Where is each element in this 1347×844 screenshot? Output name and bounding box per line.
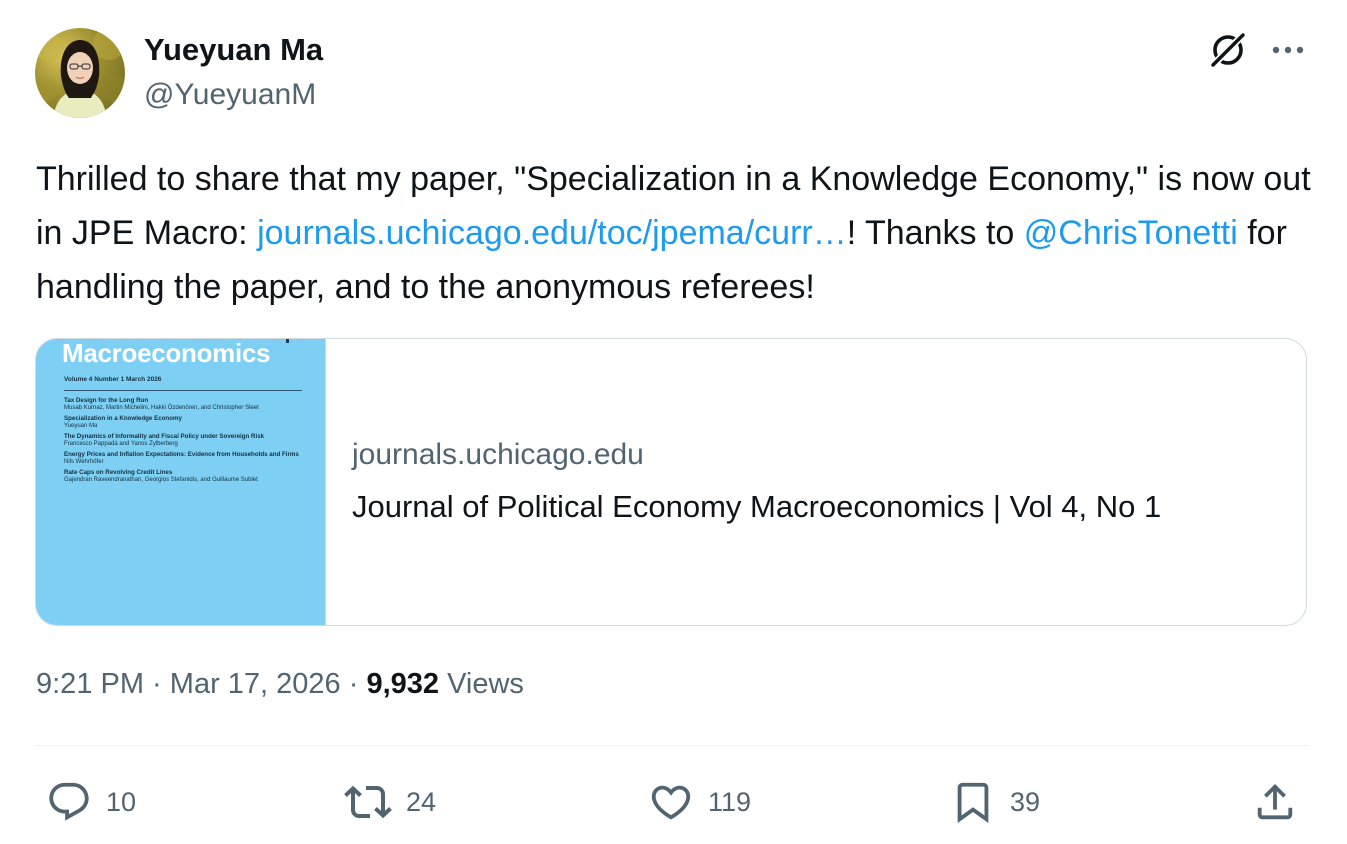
toc-title: Specialization in a Knowledge Economy xyxy=(64,415,182,422)
cover-contents: Tax Design for the Long Run Musab Kurnaz… xyxy=(64,397,309,487)
display-name[interactable]: Yueyuan Ma xyxy=(144,32,323,68)
toc-authors: Musab Kurnaz, Martin Michelini, Hakki Öz… xyxy=(64,404,259,411)
bookmark-button[interactable]: 39 xyxy=(950,776,1040,828)
user-handle[interactable]: @YueyuanM xyxy=(144,78,316,112)
card-thumbnail: Macroeconomics Volume 4 Number 1 March 2… xyxy=(36,339,326,625)
toc-authors: Gajendran Raveendranathan, Georgios Stef… xyxy=(64,476,258,483)
toc-title: Energy Prices and Inflation Expectations… xyxy=(64,451,299,458)
meta-separator: · xyxy=(144,668,170,700)
card-title: Journal of Political Economy Macroeconom… xyxy=(352,489,1162,524)
toc-entry: The Dynamics of Informality and Fiscal P… xyxy=(64,433,309,448)
toc-authors: Nils Wehrhöfer xyxy=(64,458,104,465)
toc-entry: Rate Caps on Revolving Credit Lines Gaje… xyxy=(64,469,309,484)
cover-issue-line: Volume 4 Number 1 March 2026 xyxy=(64,376,162,383)
grok-button[interactable] xyxy=(1204,26,1252,74)
like-count: 119 xyxy=(708,786,752,817)
card-meta: journals.uchicago.edu Journal of Politic… xyxy=(326,339,1306,625)
cover-heading: Macroeconomics xyxy=(62,339,271,368)
more-options-button[interactable] xyxy=(1264,26,1312,74)
tweet-meta: 9:21 PM · Mar 17, 2026 · 9,932 Views xyxy=(36,668,524,701)
reply-button[interactable]: 10 xyxy=(46,776,136,828)
toc-authors: Francesco Pappadà and Yanos Zylberberg xyxy=(64,440,178,447)
card-domain: journals.uchicago.edu xyxy=(352,438,644,471)
retweet-button[interactable]: 24 xyxy=(344,776,436,828)
meta-separator: · xyxy=(340,668,367,700)
tweet-date[interactable]: Mar 17, 2026 xyxy=(170,668,341,700)
reply-count: 10 xyxy=(106,786,137,817)
share-icon xyxy=(1257,783,1293,820)
toc-entry: Specialization in a Knowledge Economy Yu… xyxy=(64,415,309,430)
grok-icon xyxy=(1210,32,1246,68)
tweet: Yueyuan Ma @YueyuanM Thrilled to share t… xyxy=(0,0,1347,844)
like-button[interactable]: 119 xyxy=(648,776,751,828)
avatar-photo xyxy=(35,28,125,118)
divider xyxy=(35,745,1309,746)
retweet-icon xyxy=(344,785,392,819)
tweet-text: Thrilled to share that my paper, "Specia… xyxy=(36,152,1316,314)
bookmark-count: 39 xyxy=(1010,786,1041,817)
views-count: 9,932 xyxy=(366,668,440,700)
more-icon xyxy=(1272,46,1304,54)
reply-icon xyxy=(49,782,89,821)
tweet-link[interactable]: journals.uchicago.edu/toc/jpema/curr… xyxy=(257,214,847,252)
link-preview-card[interactable]: Macroeconomics Volume 4 Number 1 March 2… xyxy=(35,338,1307,626)
mention-link[interactable]: @ChrisTonetti xyxy=(1024,214,1238,252)
cover-mark xyxy=(286,339,289,343)
tweet-text-part: ! Thanks to xyxy=(846,214,1024,252)
toc-entry: Tax Design for the Long Run Musab Kurnaz… xyxy=(64,397,309,412)
toc-entry: Energy Prices and Inflation Expectations… xyxy=(64,451,309,466)
bookmark-icon xyxy=(957,782,989,823)
views-label: Views xyxy=(439,668,524,700)
toc-title: Tax Design for the Long Run xyxy=(64,397,149,404)
tweet-time[interactable]: 9:21 PM xyxy=(36,668,144,700)
toc-authors: Yueyuan Ma xyxy=(64,422,98,429)
share-button[interactable] xyxy=(1252,776,1298,828)
toc-title: Rate Caps on Revolving Credit Lines xyxy=(64,469,173,476)
cover-divider xyxy=(64,390,302,391)
avatar[interactable] xyxy=(35,28,125,118)
toc-title: The Dynamics of Informality and Fiscal P… xyxy=(64,433,265,440)
heart-icon xyxy=(651,785,691,820)
retweet-count: 24 xyxy=(406,786,437,817)
